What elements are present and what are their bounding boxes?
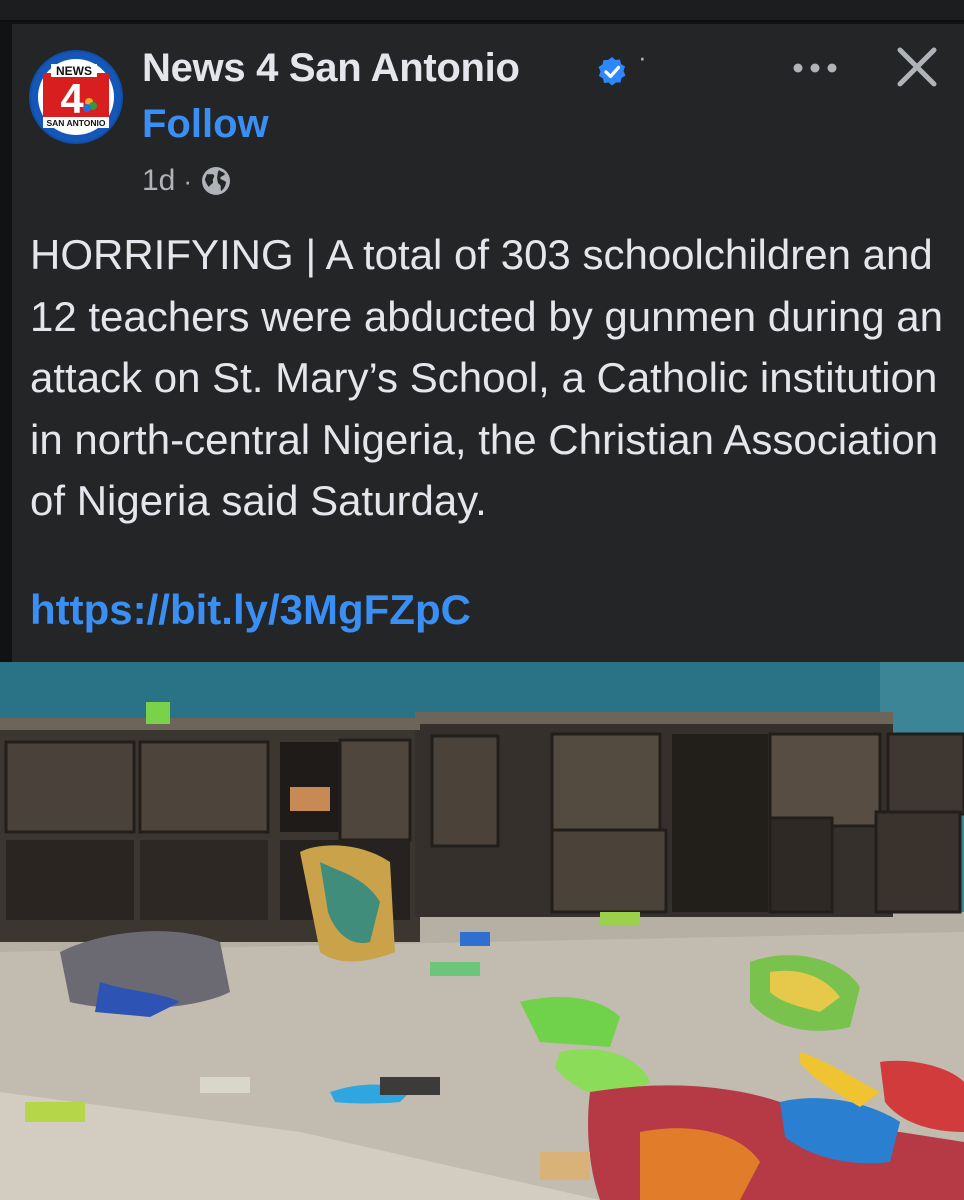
post-card: NEWS 4 SAN ANTONIO News 4 San Antonio · … — [0, 24, 964, 1200]
meta-separator: · — [183, 165, 193, 196]
follow-button[interactable]: Follow — [142, 102, 269, 147]
close-icon[interactable] — [894, 44, 940, 90]
header-separator: · — [638, 42, 647, 72]
logo-bottom-text: SAN ANTONIO — [46, 118, 105, 128]
page-name[interactable]: News 4 San Antonio — [142, 46, 520, 91]
post-header: NEWS 4 SAN ANTONIO News 4 San Antonio · … — [12, 24, 964, 214]
status-strip — [0, 0, 964, 22]
post-meta: 1d · — [142, 164, 232, 198]
post-time[interactable]: 1d — [142, 164, 175, 198]
globe-icon — [202, 167, 231, 195]
post-link[interactable]: https://bit.ly/3MgFZpC — [30, 586, 471, 634]
post-body-text: HORRIFYING | A total of 303 schoolchildr… — [30, 231, 943, 524]
more-options-icon[interactable] — [788, 50, 842, 86]
page-avatar[interactable]: NEWS 4 SAN ANTONIO — [29, 50, 123, 144]
news4-logo: NEWS 4 SAN ANTONIO — [31, 52, 121, 142]
logo-number: 4 — [60, 75, 84, 122]
post-photo[interactable] — [0, 662, 964, 1200]
classroom-photo — [0, 662, 964, 1200]
verified-badge-icon — [598, 57, 626, 86]
